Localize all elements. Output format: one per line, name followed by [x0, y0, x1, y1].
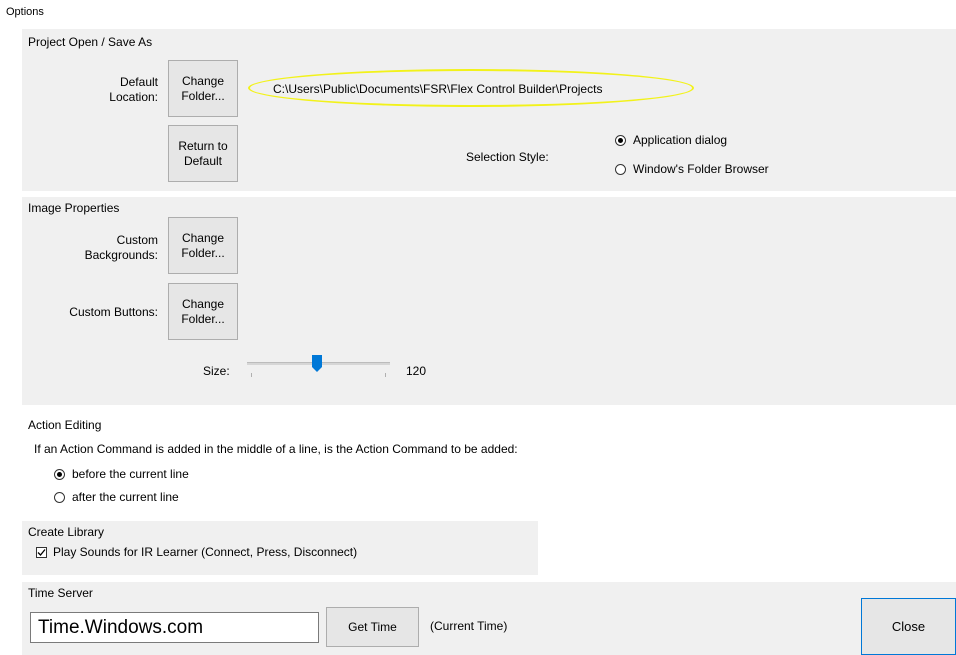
- checkbox-checked-icon[interactable]: [36, 546, 47, 558]
- image-group-title: Image Properties: [28, 201, 120, 215]
- default-location-label: Default Location:: [109, 75, 158, 104]
- project-group-title: Project Open / Save As: [28, 35, 153, 49]
- selection-option-label: Application dialog: [633, 133, 728, 147]
- play-sounds-label: Play Sounds for IR Learner (Connect, Pre…: [53, 545, 358, 559]
- slider-tick: [251, 373, 252, 377]
- selection-style-label: Selection Style:: [466, 150, 549, 164]
- time-server-title: Time Server: [28, 586, 93, 600]
- slider-tick: [385, 373, 386, 377]
- change-project-folder-button[interactable]: Change Folder...: [168, 60, 238, 117]
- custom-buttons-label: Custom Buttons:: [69, 305, 158, 319]
- radio-unchecked-icon[interactable]: [54, 491, 65, 503]
- window-title: Options: [6, 6, 44, 18]
- current-time-text: (Current Time): [430, 619, 508, 633]
- change-buttons-folder-button[interactable]: Change Folder...: [168, 283, 238, 340]
- play-sounds-checkbox[interactable]: Play Sounds for IR Learner (Connect, Pre…: [36, 545, 357, 559]
- return-to-default-button[interactable]: Return to Default: [168, 125, 238, 182]
- image-group: [22, 197, 956, 405]
- project-path-text: C:\Users\Public\Documents\FSR\Flex Contr…: [273, 82, 603, 96]
- radio-checked-icon[interactable]: [615, 134, 626, 146]
- radio-checked-icon[interactable]: [54, 468, 65, 480]
- custom-backgrounds-label: Custom Backgrounds:: [84, 233, 158, 262]
- selection-option-application-dialog[interactable]: Application dialog: [615, 133, 727, 147]
- selection-option-label: Window's Folder Browser: [633, 162, 769, 176]
- size-label: Size:: [203, 364, 230, 378]
- change-backgrounds-folder-button[interactable]: Change Folder...: [168, 217, 238, 274]
- selection-option-folder-browser[interactable]: Window's Folder Browser: [615, 162, 769, 176]
- action-editing-title: Action Editing: [28, 418, 102, 432]
- size-slider[interactable]: [244, 352, 394, 378]
- action-option-before[interactable]: before the current line: [54, 467, 189, 481]
- action-option-after[interactable]: after the current line: [54, 490, 179, 504]
- close-button[interactable]: Close: [861, 598, 956, 655]
- create-library-title: Create Library: [28, 525, 105, 539]
- get-time-button[interactable]: Get Time: [326, 607, 419, 647]
- project-group: [22, 29, 956, 191]
- action-option-label: before the current line: [72, 467, 189, 481]
- action-question-text: If an Action Command is added in the mid…: [34, 442, 518, 456]
- time-server-input[interactable]: Time.Windows.com: [30, 612, 319, 643]
- action-option-label: after the current line: [72, 490, 179, 504]
- slider-thumb[interactable]: [312, 355, 322, 373]
- radio-unchecked-icon[interactable]: [615, 163, 626, 175]
- size-value: 120: [406, 364, 427, 378]
